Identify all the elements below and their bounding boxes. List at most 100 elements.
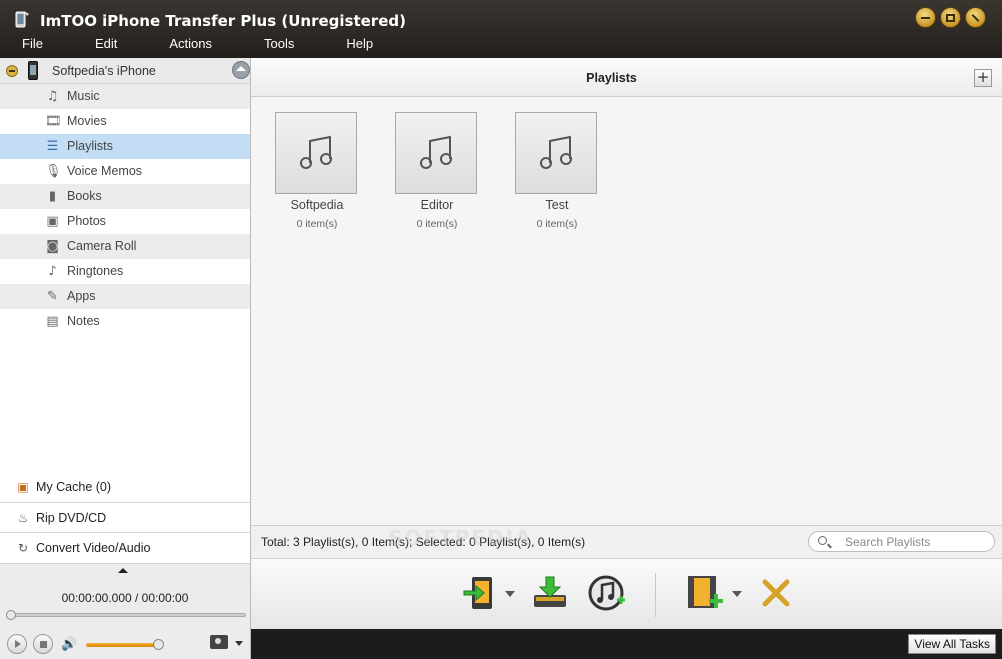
menu-bar: File Edit Actions Tools Help: [0, 34, 403, 56]
title-bar: ImTOO iPhone Transfer Plus (Unregistered…: [0, 0, 1002, 58]
sidebar-item-label: Camera Roll: [67, 239, 137, 253]
book-icon: ▮: [48, 189, 57, 204]
playlist-count: 0 item(s): [536, 218, 578, 230]
page-title: Playlists: [586, 71, 637, 85]
sidebar-nav: ♫ Music 🎞 Movies ☰ Playlists 🎙 Voice Mem…: [0, 84, 250, 334]
seek-bar[interactable]: [8, 613, 246, 617]
volume-slider[interactable]: [86, 643, 158, 647]
sidebar-item-label: Notes: [67, 314, 100, 328]
snapshot-dropdown-icon[interactable]: [235, 641, 243, 646]
playlist-card[interactable]: Editor 0 item(s): [395, 112, 479, 230]
main-panel: Playlists + Softpedia 0 item(s) Editor 0…: [251, 58, 1002, 629]
playlist-card[interactable]: Softpedia 0 item(s): [275, 112, 359, 230]
playlist-card[interactable]: Test 0 item(s): [515, 112, 599, 230]
add-file-dropdown-icon[interactable]: [732, 591, 742, 597]
playlist-name: Softpedia: [290, 198, 344, 212]
device-name: Softpedia's iPhone: [52, 64, 156, 78]
volume-icon[interactable]: 🔊: [61, 637, 77, 652]
playlist-thumbnail[interactable]: [515, 112, 597, 194]
convert-video-audio-item[interactable]: ↻ Convert Video/Audio: [0, 532, 250, 562]
seek-handle[interactable]: [6, 610, 16, 620]
rip-dvd-cd-item[interactable]: ♨ Rip DVD/CD: [0, 502, 250, 532]
music-note-icon: [420, 135, 452, 169]
menu-tools[interactable]: Tools: [264, 34, 294, 56]
export-to-pc-icon[interactable]: [530, 573, 570, 613]
sidebar-item-ringtones[interactable]: ♪ Ringtones: [0, 259, 250, 284]
delete-icon[interactable]: [756, 573, 796, 613]
media-player: 00:00:00.000 / 00:00:00 🔊: [0, 563, 250, 659]
sidebar-item-playlists[interactable]: ☰ Playlists: [0, 134, 250, 159]
maximize-button[interactable]: [940, 7, 961, 28]
playlist-count: 0 item(s): [296, 218, 338, 230]
close-button[interactable]: [965, 7, 986, 28]
main-header: Playlists +: [251, 58, 1002, 97]
sidebar-item-camera-roll[interactable]: ◙ Camera Roll: [0, 234, 250, 259]
playlist-icon: ☰: [46, 139, 59, 154]
collapse-player-icon[interactable]: [118, 568, 128, 573]
film-icon: 🎞: [45, 114, 62, 129]
convert-icon: ↻: [17, 541, 29, 555]
transfer-dropdown-icon[interactable]: [505, 591, 515, 597]
notes-icon: ▤: [46, 314, 59, 329]
sidebar: Softpedia's iPhone ♫ Music 🎞 Movies ☰ Pl…: [0, 58, 251, 659]
playlist-name: Editor: [420, 198, 454, 212]
sidebar-item-music[interactable]: ♫ Music: [0, 84, 250, 109]
menu-edit[interactable]: Edit: [95, 34, 117, 56]
playlist-name: Test: [545, 198, 569, 212]
sidebar-item-movies[interactable]: 🎞 Movies: [0, 109, 250, 134]
menu-actions[interactable]: Actions: [169, 34, 212, 56]
toolbar: [251, 558, 1002, 629]
ringtone-icon: ♪: [48, 264, 57, 279]
playback-time: 00:00:00.000 / 00:00:00: [61, 591, 189, 605]
task-area: ▣ My Cache (0) ♨ Rip DVD/CD ↻ Convert Vi…: [0, 472, 250, 562]
search-icon: [818, 536, 827, 545]
sidebar-item-label: Apps: [67, 289, 96, 303]
sidebar-item-photos[interactable]: ▣ Photos: [0, 209, 250, 234]
search-input[interactable]: [845, 534, 985, 550]
menu-file[interactable]: File: [22, 34, 43, 56]
collapse-icon[interactable]: [6, 65, 18, 77]
photo-icon: ▣: [46, 214, 59, 229]
music-note-icon: [540, 135, 572, 169]
sidebar-item-label: Music: [67, 89, 100, 103]
status-bar: Total: 3 Playlist(s), 0 Item(s); Selecte…: [251, 525, 1002, 558]
my-cache-item[interactable]: ▣ My Cache (0): [0, 472, 250, 502]
search-box[interactable]: [808, 531, 995, 552]
bottom-bar: View All Tasks: [251, 629, 1002, 659]
music-note-icon: [300, 135, 332, 169]
menu-help[interactable]: Help: [346, 34, 373, 56]
sidebar-item-apps[interactable]: ✎ Apps: [0, 284, 250, 309]
volume-handle[interactable]: [153, 639, 164, 650]
playlist-thumbnail[interactable]: [275, 112, 357, 194]
add-playlist-button[interactable]: +: [974, 69, 992, 87]
play-button[interactable]: [7, 634, 27, 654]
sidebar-item-label: Ringtones: [67, 264, 124, 278]
flame-icon: ♨: [17, 511, 29, 525]
window-title: ImTOO iPhone Transfer Plus (Unregistered…: [40, 12, 406, 30]
camera-icon: ◙: [46, 239, 59, 254]
sidebar-item-label: Playlists: [67, 139, 113, 153]
add-file-icon[interactable]: [685, 573, 725, 613]
sidebar-item-notes[interactable]: ▤ Notes: [0, 309, 250, 334]
sidebar-item-books[interactable]: ▮ Books: [0, 184, 250, 209]
add-to-itunes-icon[interactable]: [587, 573, 627, 613]
sidebar-item-label: Books: [67, 189, 102, 203]
sidebar-item-label: Movies: [67, 114, 107, 128]
music-note-icon: ♫: [46, 89, 59, 104]
stop-button[interactable]: [33, 634, 53, 654]
sidebar-item-voice-memos[interactable]: 🎙 Voice Memos: [0, 159, 250, 184]
view-all-tasks-button[interactable]: View All Tasks: [908, 634, 996, 654]
app-icon: [15, 11, 29, 28]
sidebar-item-label: Voice Memos: [67, 164, 143, 178]
minimize-button[interactable]: [915, 7, 936, 28]
eject-icon[interactable]: [232, 61, 250, 79]
microphone-icon: 🎙: [45, 164, 62, 179]
playlist-thumbnail[interactable]: [395, 112, 477, 194]
window-controls: [915, 7, 986, 28]
cache-icon: ▣: [17, 480, 29, 494]
snapshot-camera-icon[interactable]: [210, 635, 228, 649]
device-row[interactable]: Softpedia's iPhone: [0, 58, 250, 84]
task-label: My Cache (0): [36, 480, 112, 494]
transfer-to-device-icon[interactable]: [458, 573, 498, 613]
watermark: SOFTPEDIA: [388, 526, 533, 550]
